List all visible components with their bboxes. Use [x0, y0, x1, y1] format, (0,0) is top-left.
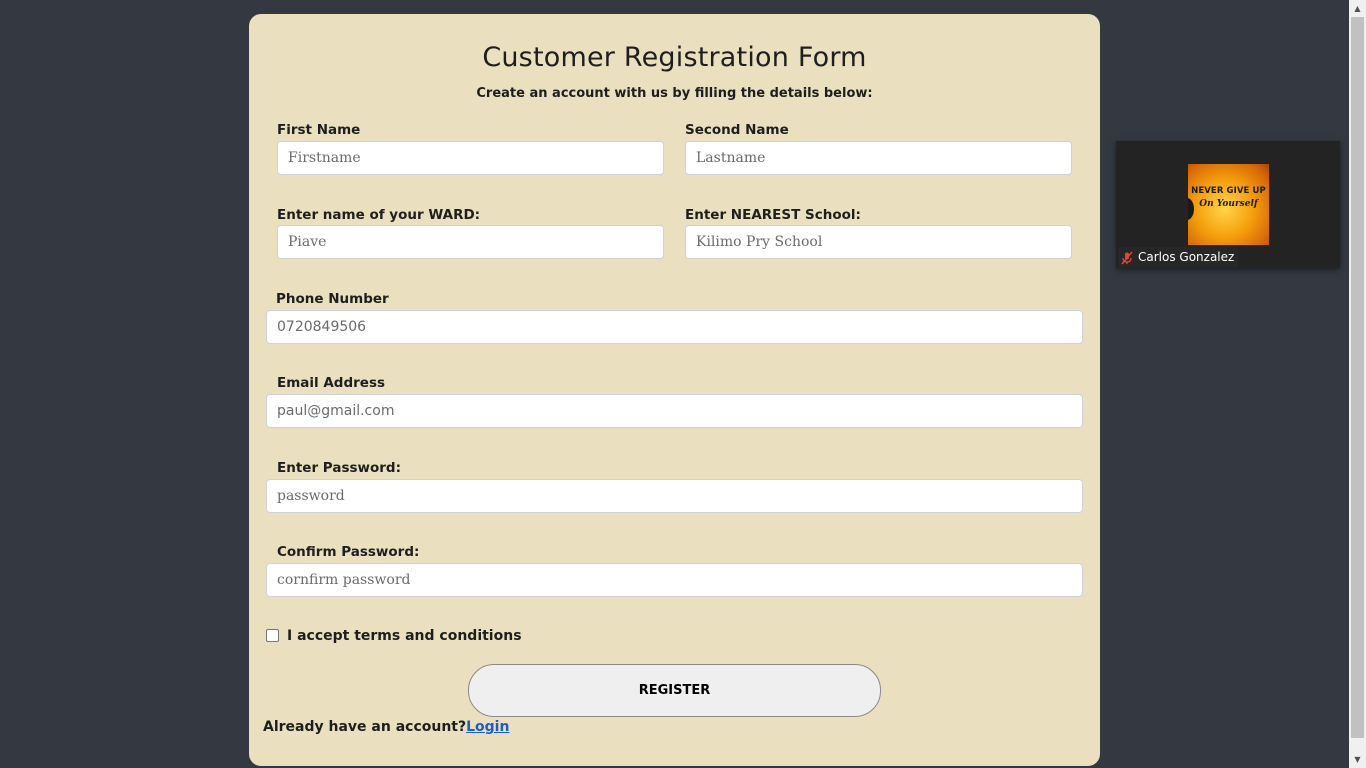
- password-label: Enter Password:: [277, 460, 401, 476]
- confirm-password-input[interactable]: [266, 563, 1083, 597]
- thumbnail-text-line1: NEVER GIVE UP: [1191, 186, 1266, 196]
- participant-name: Carlos Gonzalez: [1138, 250, 1235, 264]
- registration-form-card: Customer Registration Form Create an acc…: [249, 14, 1100, 766]
- video-tile[interactable]: NEVER GIVE UP On Yourself Carlos Gonzale…: [1116, 141, 1340, 268]
- first-name-input[interactable]: [277, 141, 664, 175]
- form-subtitle: Create an account with us by filling the…: [476, 86, 873, 101]
- scroll-down-icon[interactable]: ▼: [1349, 751, 1366, 768]
- thumbnail-text-line2: On Yourself: [1199, 199, 1258, 209]
- terms-label: I accept terms and conditions: [287, 628, 522, 644]
- login-row: Already have an account?Login: [263, 719, 509, 735]
- participant-thumbnail: NEVER GIVE UP On Yourself: [1188, 164, 1269, 245]
- scroll-up-icon[interactable]: ▲: [1349, 0, 1366, 17]
- register-button[interactable]: REGISTER: [468, 664, 881, 717]
- participant-name-tag: Carlos Gonzalez: [1118, 247, 1239, 267]
- password-input[interactable]: [266, 479, 1083, 513]
- login-link[interactable]: Login: [466, 719, 509, 735]
- second-name-input[interactable]: [685, 141, 1072, 175]
- ward-label: Enter name of your WARD:: [277, 207, 481, 223]
- school-label: Enter NEAREST School:: [685, 207, 861, 223]
- mic-muted-icon: [1120, 250, 1134, 265]
- phone-label: Phone Number: [276, 291, 389, 307]
- email-input[interactable]: [266, 394, 1083, 428]
- vertical-scrollbar[interactable]: ▲ ▼: [1349, 0, 1366, 768]
- second-name-label: Second Name: [685, 122, 789, 138]
- confirm-password-label: Confirm Password:: [277, 544, 420, 560]
- phone-input[interactable]: [266, 310, 1083, 344]
- login-prompt: Already have an account?: [263, 719, 467, 735]
- scrollbar-thumb[interactable]: [1351, 17, 1364, 738]
- first-name-label: First Name: [277, 122, 361, 138]
- page: Customer Registration Form Create an acc…: [0, 0, 1366, 768]
- ward-input[interactable]: [277, 225, 664, 259]
- terms-checkbox[interactable]: [266, 629, 279, 642]
- form-title: Customer Registration Form: [482, 42, 867, 73]
- email-label: Email Address: [277, 375, 386, 391]
- school-input[interactable]: [685, 225, 1072, 259]
